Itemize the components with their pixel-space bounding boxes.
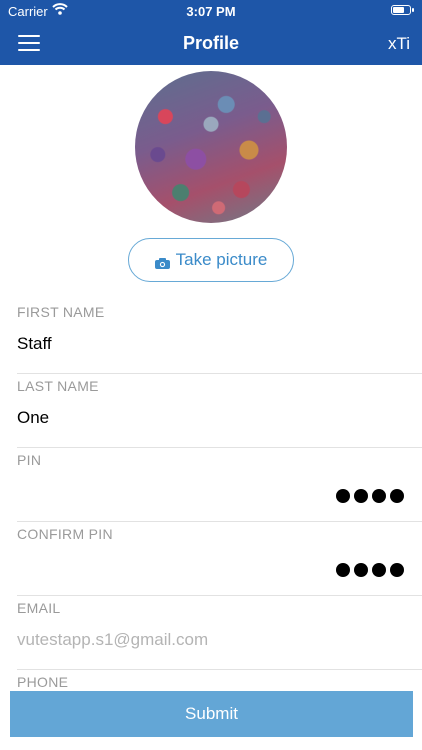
nav-right-label[interactable]: xTi — [388, 34, 410, 54]
last-name-input[interactable]: One — [17, 408, 49, 428]
last-name-field[interactable]: LAST NAME One — [0, 374, 422, 448]
first-name-input[interactable]: Staff — [17, 334, 52, 354]
email-field[interactable]: EMAIL vutestapp.s1@gmail.com — [0, 596, 422, 670]
phone-label: PHONE — [17, 674, 69, 690]
take-picture-label: Take picture — [175, 250, 268, 269]
confirm-pin-masked-input[interactable] — [336, 563, 404, 577]
confirm-pin-label: CONFIRM PIN — [17, 526, 113, 542]
first-name-label: FIRST NAME — [17, 304, 105, 320]
pin-label: PIN — [17, 452, 42, 468]
submit-button[interactable]: Submit — [10, 691, 413, 737]
submit-label: Submit — [185, 704, 238, 723]
nav-bar: Profile xTi — [0, 22, 422, 65]
pin-masked-input[interactable] — [336, 489, 404, 503]
confirm-pin-field[interactable]: CONFIRM PIN — [0, 522, 422, 596]
first-name-field[interactable]: FIRST NAME Staff — [0, 300, 422, 374]
battery-icon — [391, 5, 414, 15]
pin-field[interactable]: PIN — [0, 448, 422, 522]
status-bar: Carrier 3:07 PM — [0, 0, 422, 22]
email-input[interactable]: vutestapp.s1@gmail.com — [17, 630, 208, 650]
profile-avatar — [135, 71, 287, 223]
status-time: 3:07 PM — [186, 4, 236, 19]
email-label: EMAIL — [17, 600, 61, 616]
camera-icon — [154, 254, 170, 269]
take-picture-button[interactable]: Take picture — [128, 238, 294, 282]
page-title: Profile — [182, 33, 239, 53]
last-name-label: LAST NAME — [17, 378, 99, 394]
